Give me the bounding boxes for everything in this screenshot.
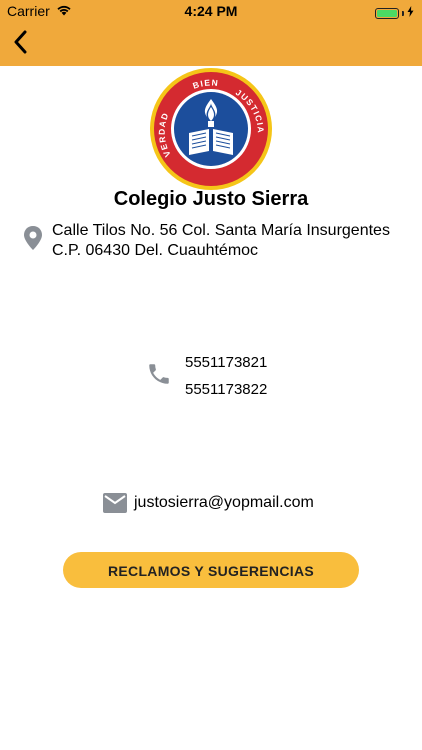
nav-bar <box>0 22 422 66</box>
battery-indicator <box>375 4 414 22</box>
school-name: Colegio Justo Sierra <box>113 188 309 210</box>
email-address[interactable]: justosierra@yopmail.com <box>134 494 314 512</box>
battery-icon <box>375 7 399 19</box>
back-button[interactable] <box>6 29 36 59</box>
charging-icon <box>407 4 414 22</box>
location-pin-icon <box>23 226 43 255</box>
school-logo: VERDAD BIEN JUSTICIA <box>149 67 273 191</box>
address-line: C.P. 06430 Del. Cuauhtémoc <box>52 242 259 259</box>
chevron-left-icon <box>13 30 29 59</box>
phone-number[interactable]: 5551173821 <box>185 354 267 381</box>
claims-suggestions-button[interactable]: RECLAMOS Y SUGERENCIAS <box>63 552 359 588</box>
address-line: Calle Tilos No. 56 Col. Santa María Insu… <box>52 222 390 239</box>
phone-icon <box>146 361 172 392</box>
school-address: Calle Tilos No. 56 Col. Santa María Insu… <box>52 221 390 261</box>
status-time: 4:24 PM <box>184 3 238 19</box>
status-bar: Carrier 4:24 PM <box>0 0 422 22</box>
email-icon <box>103 493 127 518</box>
phone-number[interactable]: 5551173822 <box>185 381 267 408</box>
phone-list: 5551173821 5551173822 <box>185 354 267 408</box>
